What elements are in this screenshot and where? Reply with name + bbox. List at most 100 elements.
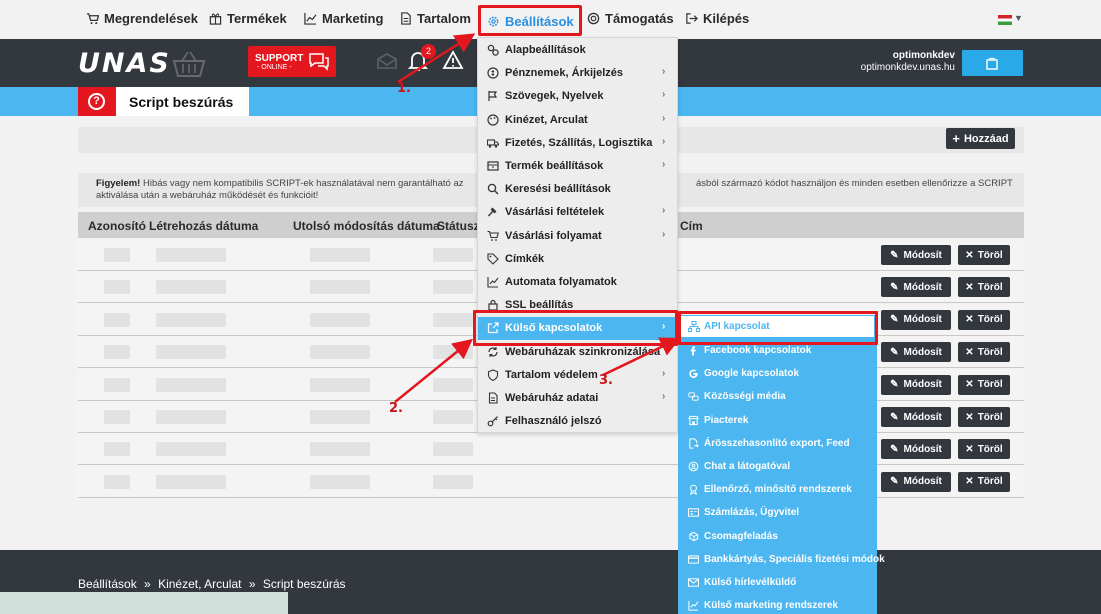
delete-button[interactable]: ✕ Töröl xyxy=(958,471,1010,492)
menu-item-settings[interactable]: Beállítások xyxy=(478,5,582,36)
settings-menu-item[interactable]: Fizetés, Szállítás, Logisztika › xyxy=(478,132,677,155)
submenu-item[interactable]: Bankkártyás, Speciális fizetési módok xyxy=(678,549,885,571)
edit-button[interactable]: ✎ Módosít xyxy=(881,245,951,265)
cell-placeholder xyxy=(310,312,370,327)
cell-placeholder xyxy=(310,248,370,262)
credit-card-icon xyxy=(688,555,699,564)
support-button[interactable]: SUPPORT - ONLINE - xyxy=(248,46,336,77)
close-icon: ✕ xyxy=(965,249,974,261)
settings-menu-item-label: Pénznemek, Árkijelzés xyxy=(505,67,624,80)
pencil-icon: ✎ xyxy=(890,443,899,455)
settings-menu-item-label: Címkék xyxy=(505,252,545,265)
settings-menu-item[interactable]: Címkék xyxy=(478,248,677,271)
settings-menu-item[interactable]: Felhasználó jelszó xyxy=(478,410,677,433)
settings-menu-item[interactable]: Termék beállítások › xyxy=(478,155,677,178)
edit-button[interactable]: ✎ Módosít xyxy=(881,439,951,460)
cell-placeholder xyxy=(310,442,370,457)
delete-button[interactable]: ✕ Töröl xyxy=(958,439,1010,460)
chevron-right-icon: › xyxy=(662,135,666,147)
column-header-created[interactable]: Létrehozás dátuma xyxy=(149,219,258,233)
settings-menu-item[interactable]: Vásárlási folyamat › xyxy=(478,225,677,248)
menu-item-orders[interactable]: Megrendelések xyxy=(86,11,198,26)
menu-item-content[interactable]: Tartalom xyxy=(399,11,471,26)
envelope-icon[interactable] xyxy=(376,52,398,70)
award-icon xyxy=(689,484,698,496)
edit-button[interactable]: ✎ Módosít xyxy=(881,309,951,330)
submenu-item[interactable]: Külső marketing rendszerek xyxy=(678,595,877,614)
settings-menu-item[interactable]: Vásárlási feltételek › xyxy=(478,201,677,224)
help-button[interactable]: ? xyxy=(78,87,116,116)
submenu-item[interactable]: Piacterek xyxy=(678,410,877,432)
chart-icon xyxy=(487,277,499,288)
settings-menu-item[interactable]: Keresési beállítások xyxy=(478,178,677,201)
edit-button[interactable]: ✎ Módosít xyxy=(881,471,951,492)
cell-placeholder xyxy=(310,410,370,424)
settings-menu-item[interactable]: Automata folyamatok xyxy=(478,271,677,294)
settings-menu-item[interactable]: Szövegek, Nyelvek › xyxy=(478,85,677,108)
edit-button[interactable]: ✎ Módosít xyxy=(881,374,951,395)
submenu-item[interactable]: Közösségi média xyxy=(678,386,877,408)
submenu-item[interactable]: Ellenőrző, minősítő rendszerek xyxy=(678,479,877,501)
warning-text: Hibás vagy nem kompatibilis SCRIPT-ek ha… xyxy=(143,178,464,189)
warning-text-right: ásból származó kódot használjon és minde… xyxy=(696,178,1013,189)
page-title-tab: Script beszúrás xyxy=(116,87,249,116)
external-connections-submenu: Facebook kapcsolatok Google kapcsolatok Kö… xyxy=(678,315,885,614)
close-icon: ✕ xyxy=(965,476,974,488)
user-name: optimonkdev xyxy=(892,50,955,61)
cell-placeholder xyxy=(156,474,226,489)
menu-item-marketing[interactable]: Marketing xyxy=(304,11,383,26)
delete-button[interactable]: ✕ Töröl xyxy=(958,374,1010,395)
submenu-item[interactable]: Google kapcsolatok xyxy=(678,363,877,385)
chevron-down-icon[interactable]: ▼ xyxy=(1014,13,1023,23)
settings-menu-item[interactable]: Kinézet, Arculat › xyxy=(478,109,677,132)
table-row: ✎ Módosít ✕ Töröl xyxy=(78,433,1024,466)
column-header-id[interactable]: Azonosító xyxy=(88,219,146,233)
language-flag-icon[interactable] xyxy=(998,15,1012,25)
settings-menu-item[interactable]: Webáruház adatai › xyxy=(478,387,677,410)
breadcrumb-item[interactable]: Beállítások xyxy=(78,577,137,591)
delete-button[interactable]: ✕ Töröl xyxy=(958,407,1010,427)
add-button[interactable]: + Hozzáad xyxy=(946,128,1015,149)
submenu-item-label: Chat a látogatóval xyxy=(704,461,791,472)
delete-button[interactable]: ✕ Töröl xyxy=(958,309,1010,330)
menu-item-support[interactable]: Támogatás xyxy=(587,11,674,26)
cell-placeholder xyxy=(433,248,473,262)
settings-menu-item[interactable]: Tartalom védelem › xyxy=(478,364,677,387)
column-header-modified[interactable]: Utolsó módosítás dátuma xyxy=(293,219,440,233)
edit-button[interactable]: ✎ Módosít xyxy=(881,342,951,363)
delete-button[interactable]: ✕ Töröl xyxy=(958,245,1010,265)
chevron-right-icon: › xyxy=(662,367,666,379)
submenu-item[interactable]: Külső hírlevélküldő xyxy=(678,572,877,594)
column-header-title[interactable]: Cím xyxy=(680,219,703,233)
breadcrumb-item[interactable]: Kinézet, Arculat xyxy=(158,577,241,591)
edit-button[interactable]: ✎ Módosít xyxy=(881,407,951,427)
submenu-item-label: Árösszehasonlító export, Feed xyxy=(704,437,850,449)
highlight-box-external xyxy=(473,310,678,346)
cell-placeholder xyxy=(433,442,473,457)
submenu-item[interactable]: Árösszehasonlító export, Feed xyxy=(678,433,877,455)
logo[interactable]: UNAS xyxy=(78,48,171,79)
delete-button[interactable]: ✕ Töröl xyxy=(958,342,1010,363)
cell-placeholder xyxy=(310,345,370,360)
pencil-icon: ✎ xyxy=(890,346,899,358)
chevron-right-icon: › xyxy=(662,391,666,402)
edit-button[interactable]: ✎ Módosít xyxy=(881,277,951,298)
coin-icon xyxy=(487,67,499,79)
submenu-item[interactable]: Csomagfeladás xyxy=(678,526,877,548)
edit-button-label: Módosít xyxy=(903,314,942,326)
cell-placeholder xyxy=(156,410,226,424)
column-header-status[interactable]: Státusz xyxy=(437,219,480,233)
warning-icon[interactable] xyxy=(442,50,464,70)
cell-placeholder xyxy=(104,345,130,360)
settings-menu-item[interactable]: Pénznemek, Árkijelzés › xyxy=(478,62,677,85)
delete-button-label: Töröl xyxy=(977,314,1003,326)
menu-item-products[interactable]: Termékek xyxy=(209,11,287,26)
submenu-item[interactable]: Számlázás, Ügyvitel xyxy=(678,502,877,524)
add-button-label: Hozzáad xyxy=(963,132,1009,145)
settings-menu-item[interactable]: Alapbeállítások xyxy=(478,39,677,62)
delete-button[interactable]: ✕ Töröl xyxy=(958,277,1010,298)
submenu-item[interactable]: Chat a látogatóval xyxy=(678,456,877,478)
tag-icon xyxy=(487,253,499,265)
menu-item-logout[interactable]: Kilépés xyxy=(685,11,749,26)
shop-button[interactable] xyxy=(962,50,1023,76)
